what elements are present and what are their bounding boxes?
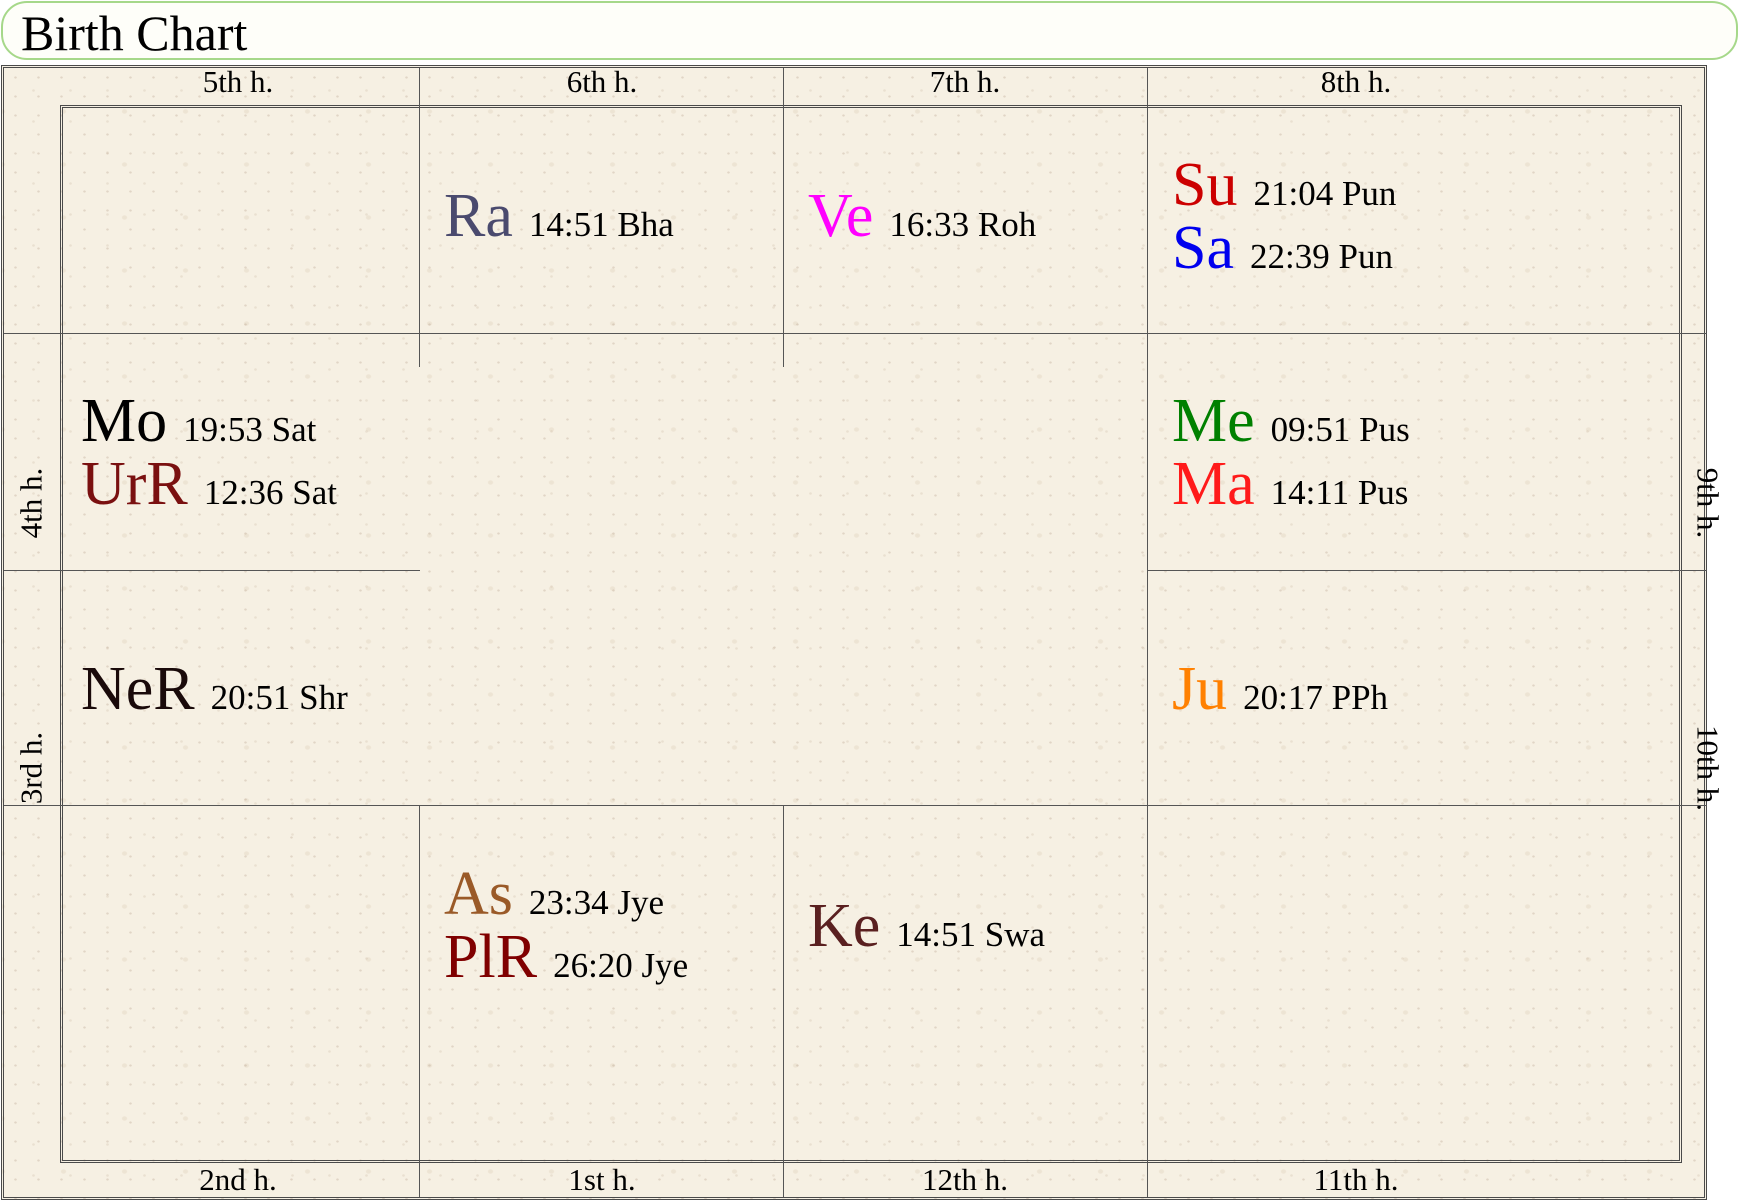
- planet-position: 22:39 Pun: [1250, 237, 1393, 276]
- planet-uranus: UrR 12:36 Sat: [81, 449, 337, 535]
- planet-abbr: Me: [1172, 387, 1255, 455]
- planet-position: 16:33 Roh: [889, 205, 1037, 244]
- divider: [1147, 570, 1707, 571]
- house-label-11: 11th h.: [1313, 1162, 1399, 1197]
- planet-position: 21:04 Pun: [1253, 174, 1397, 213]
- house-label-7: 7th h.: [929, 64, 1001, 99]
- planet-venus: Ve 16:33 Roh: [808, 181, 1036, 267]
- planet-position: 12:36 Sat: [203, 473, 337, 512]
- planet-saturn: Sa 22:39 Pun: [1172, 213, 1393, 299]
- planet-abbr: Sa: [1172, 214, 1234, 282]
- planet-abbr: Su: [1172, 151, 1238, 219]
- planet-position: 20:51 Shr: [210, 678, 348, 717]
- planet-abbr: UrR: [81, 450, 188, 518]
- planet-position: 20:17 PPh: [1243, 678, 1389, 717]
- divider: [1147, 68, 1148, 1197]
- planet-abbr: NeR: [81, 655, 195, 723]
- planet-ketu: Ke 14:51 Swa: [808, 891, 1045, 977]
- planet-abbr: Ma: [1172, 450, 1255, 518]
- planet-neptune: NeR 20:51 Shr: [81, 654, 348, 740]
- divider: [419, 805, 420, 1197]
- house-label-3: 3rd h.: [13, 731, 49, 805]
- birth-chart: 5th h. 6th h. 7th h. 8th h. 2nd h. 1st h…: [1, 64, 1726, 1200]
- house-label-9: 9th h.: [1690, 467, 1726, 539]
- planet-mars: Ma 14:11 Pus: [1172, 449, 1408, 535]
- house-label-6: 6th h.: [566, 64, 638, 99]
- planet-position: 09:51 Pus: [1270, 410, 1410, 449]
- divider: [419, 68, 420, 367]
- planet-pluto: PlR 26:20 Jye: [444, 922, 688, 1008]
- planet-abbr: Ra: [444, 182, 513, 250]
- house-label-1: 1st h.: [568, 1162, 636, 1197]
- divider: [783, 805, 784, 1197]
- planet-abbr: Ve: [808, 182, 874, 250]
- divider: [783, 68, 784, 367]
- planet-position: 14:51 Bha: [528, 205, 674, 244]
- planet-position: 26:20 Jye: [553, 946, 689, 985]
- planet-abbr: PlR: [444, 923, 538, 991]
- planet-abbr: Ju: [1172, 655, 1228, 723]
- divider: [4, 333, 1707, 334]
- divider: [4, 570, 420, 571]
- house-label-12: 12th h.: [921, 1162, 1009, 1197]
- house-label-4: 4th h.: [13, 467, 49, 539]
- planet-abbr: Mo: [81, 387, 168, 455]
- divider: [4, 805, 1707, 806]
- planet-jupiter: Ju 20:17 PPh: [1172, 654, 1388, 740]
- planet-rahu: Ra 14:51 Bha: [444, 181, 674, 267]
- planet-abbr: Ke: [808, 892, 881, 960]
- house-label-5: 5th h.: [202, 64, 274, 99]
- house-label-8: 8th h.: [1320, 64, 1392, 99]
- page-title: Birth Chart: [21, 5, 248, 61]
- house-label-2: 2nd h.: [199, 1162, 277, 1197]
- planet-position: 23:34 Jye: [528, 883, 665, 922]
- planet-position: 14:51 Swa: [896, 915, 1046, 954]
- planet-position: 19:53 Sat: [183, 410, 317, 449]
- planet-abbr: As: [444, 860, 513, 928]
- house-label-10: 10th h.: [1690, 724, 1726, 812]
- title-bar: Birth Chart: [1, 1, 1738, 61]
- planet-position: 14:11 Pus: [1270, 473, 1409, 512]
